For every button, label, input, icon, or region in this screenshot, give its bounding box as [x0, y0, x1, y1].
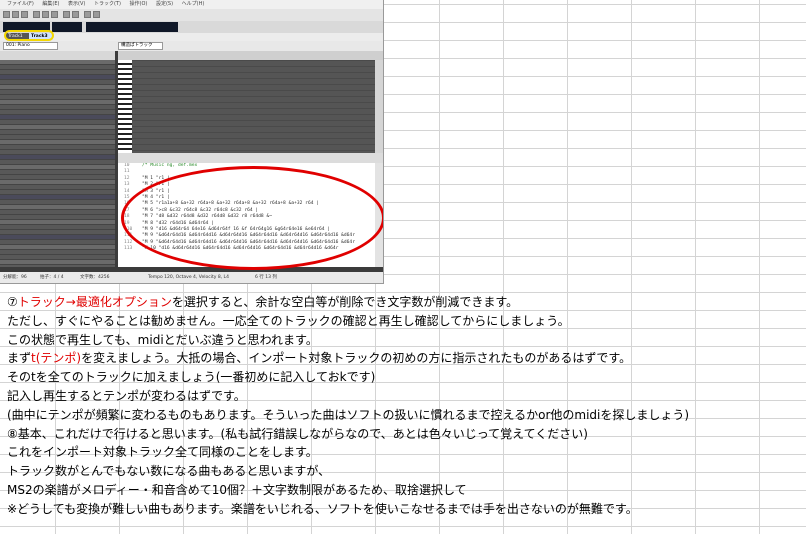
new-file-icon[interactable] — [3, 11, 10, 18]
instruction-text-part: ⑧基本、これだけで行けると思います。(私も試行錯誤しながらなので、あとは色々いじ… — [7, 426, 588, 441]
track-select[interactable]: 001: Piano — [3, 42, 58, 50]
instruction-line: 記入し再生するとテンポが変わるはずです。 — [7, 387, 802, 406]
instruction-text: ⑦トラック→最適化オプションを選択すると、余計な空白等が削除でき文字数が削減でき… — [7, 293, 802, 519]
redo-icon[interactable] — [72, 11, 79, 18]
instruction-line: MS2の楽譜がメロディー・和音含めて10個？＋文字数制限があるため、取捨選択して — [7, 481, 802, 500]
splitter-bar[interactable] — [118, 153, 383, 163]
piano-roll-grid[interactable] — [132, 60, 375, 153]
highlighted-text: トラック→最適化オプション — [17, 295, 172, 309]
instruction-line: ⑦トラック→最適化オプションを選択すると、余計な空白等が削除でき文字数が削減でき… — [7, 293, 802, 312]
paste-icon[interactable] — [51, 11, 58, 18]
stop-icon[interactable] — [93, 11, 100, 18]
level-meter — [86, 22, 178, 32]
copy-icon[interactable] — [42, 11, 49, 18]
instruction-text-part: この状態で再生しても、midiとだいぶ違うと思われます。 — [7, 332, 318, 347]
instruction-text-part: そのtを全てのトラックに加えましょう(一番初めに記入しておkです) — [7, 370, 376, 385]
instruction-line: トラック数がとんでもない数になる曲もあると思いますが、 — [7, 462, 802, 481]
piano-keyboard[interactable] — [118, 60, 132, 153]
instruction-text-part: MS2の楽譜がメロディー・和音含めて10個？＋文字数制限があるため、取捨選択して — [7, 482, 467, 497]
menu-edit[interactable]: 編集(E) — [42, 1, 59, 7]
menu-operation[interactable]: 操作(O) — [130, 1, 148, 7]
instruction-text-part: これをインポート対象トラック全て同様のことをします。 — [7, 445, 318, 460]
event-list-header — [0, 51, 115, 60]
menu-file[interactable]: ファイル(F) — [7, 1, 34, 7]
play-icon[interactable] — [84, 11, 91, 18]
highlighted-text: t(テンポ) — [31, 351, 82, 366]
event-list[interactable] — [0, 51, 115, 267]
instruction-line: そのtを全てのトラックに加えましょう(一番初めに記入しておkです) — [7, 368, 802, 387]
instruction-text-part: 記入し再生するとテンポが変わるはずです。 — [7, 388, 246, 403]
instruction-line: まずt(テンポ)を変えましょう。大抵の場合、インポート対象トラックの初めの方に指… — [7, 349, 802, 368]
transport-display — [0, 21, 383, 33]
instruction-line: この状態で再生しても、midiとだいぶ違うと思われます。 — [7, 331, 802, 350]
menu-settings[interactable]: 設定(S) — [156, 1, 173, 7]
toolbar — [0, 9, 383, 21]
cut-icon[interactable] — [33, 11, 40, 18]
save-icon[interactable] — [21, 11, 28, 18]
open-file-icon[interactable] — [12, 11, 19, 18]
instruction-line: これをインポート対象トラック全て同様のことをします。 — [7, 443, 802, 462]
track-tab-bar — [0, 33, 383, 41]
instruction-text-part: トラック数がとんでもない数になる曲もあると思いますが、 — [7, 464, 331, 479]
mml-line-code: /* Music ng, def.mex — [142, 163, 198, 168]
menu-track[interactable]: トラック(T) — [94, 1, 121, 7]
instrument-type-select[interactable]: 構造ぱトラック — [118, 42, 163, 50]
event-row[interactable] — [0, 260, 115, 265]
instruction-line: ただし、すぐにやることは勧めません。一応全てのトラックの確認と再生し確認してから… — [7, 312, 802, 331]
status-bar: 分解能：96 拍子：4 / 4 文字数：4256 Tempo 120, Octa… — [0, 272, 383, 283]
instruction-text-part: を変えましょう。大抵の場合、インポート対象トラックの初めの方に指示されたものがあ… — [81, 351, 632, 366]
app-menu-bar: ファイル(F) 編集(E) 表示(V) トラック(T) 操作(O) 設定(S) … — [0, 0, 383, 9]
mml-line-number: 113 — [124, 246, 133, 252]
highlight-ellipse — [121, 166, 383, 270]
instruction-text-part: (曲中にテンポが頻繁に変わるものもあります。そういった曲はソフトの扱いに慣れるま… — [7, 407, 690, 422]
status-position: 6 行 13 列 — [255, 275, 277, 280]
instruction-text-part: ※どうしても変換が難しい曲もあります。楽譜をいじれる、ソフトを使いこなせるまでは… — [7, 501, 638, 516]
status-resolution: 分解能：96 — [3, 275, 27, 280]
status-char-count: 文字数：4256 — [80, 275, 110, 280]
embedded-screenshot: ファイル(F) 編集(E) 表示(V) トラック(T) 操作(O) 設定(S) … — [0, 0, 384, 284]
instruction-text-part: まず — [7, 351, 32, 366]
instruction-line: (曲中にテンポが頻繁に変わるものもあります。そういった曲はソフトの扱いに慣れるま… — [7, 406, 802, 425]
menu-help[interactable]: ヘルプ(H) — [182, 1, 205, 7]
instruction-line: ※どうしても変換が難しい曲もあります。楽譜をいじれる、ソフトを使いこなせるまでは… — [7, 500, 802, 519]
instruction-text-part: ⑦ — [7, 295, 18, 309]
instruction-text-part: ただし、すぐにやることは勧めません。一応全てのトラックの確認と再生し確認してから… — [7, 313, 570, 328]
piano-roll-scrollbar[interactable] — [375, 60, 383, 153]
undo-icon[interactable] — [63, 11, 70, 18]
instruction-line: ⑧基本、これだけで行けると思います。(私も試行錯誤しながらなので、あとは色々いじ… — [7, 425, 802, 444]
status-tempo: Tempo 120, Octave 4, Velocity 8, L4 — [148, 275, 229, 280]
instruction-text-part: を選択すると、余計な空白等が削除でき文字数が削減できます。 — [171, 295, 519, 309]
piano-roll-ruler — [118, 51, 383, 60]
status-beat: 拍子：4 / 4 — [40, 275, 64, 280]
tempo-display — [52, 22, 82, 32]
highlight-circle — [4, 30, 54, 41]
menu-view[interactable]: 表示(V) — [68, 1, 85, 7]
